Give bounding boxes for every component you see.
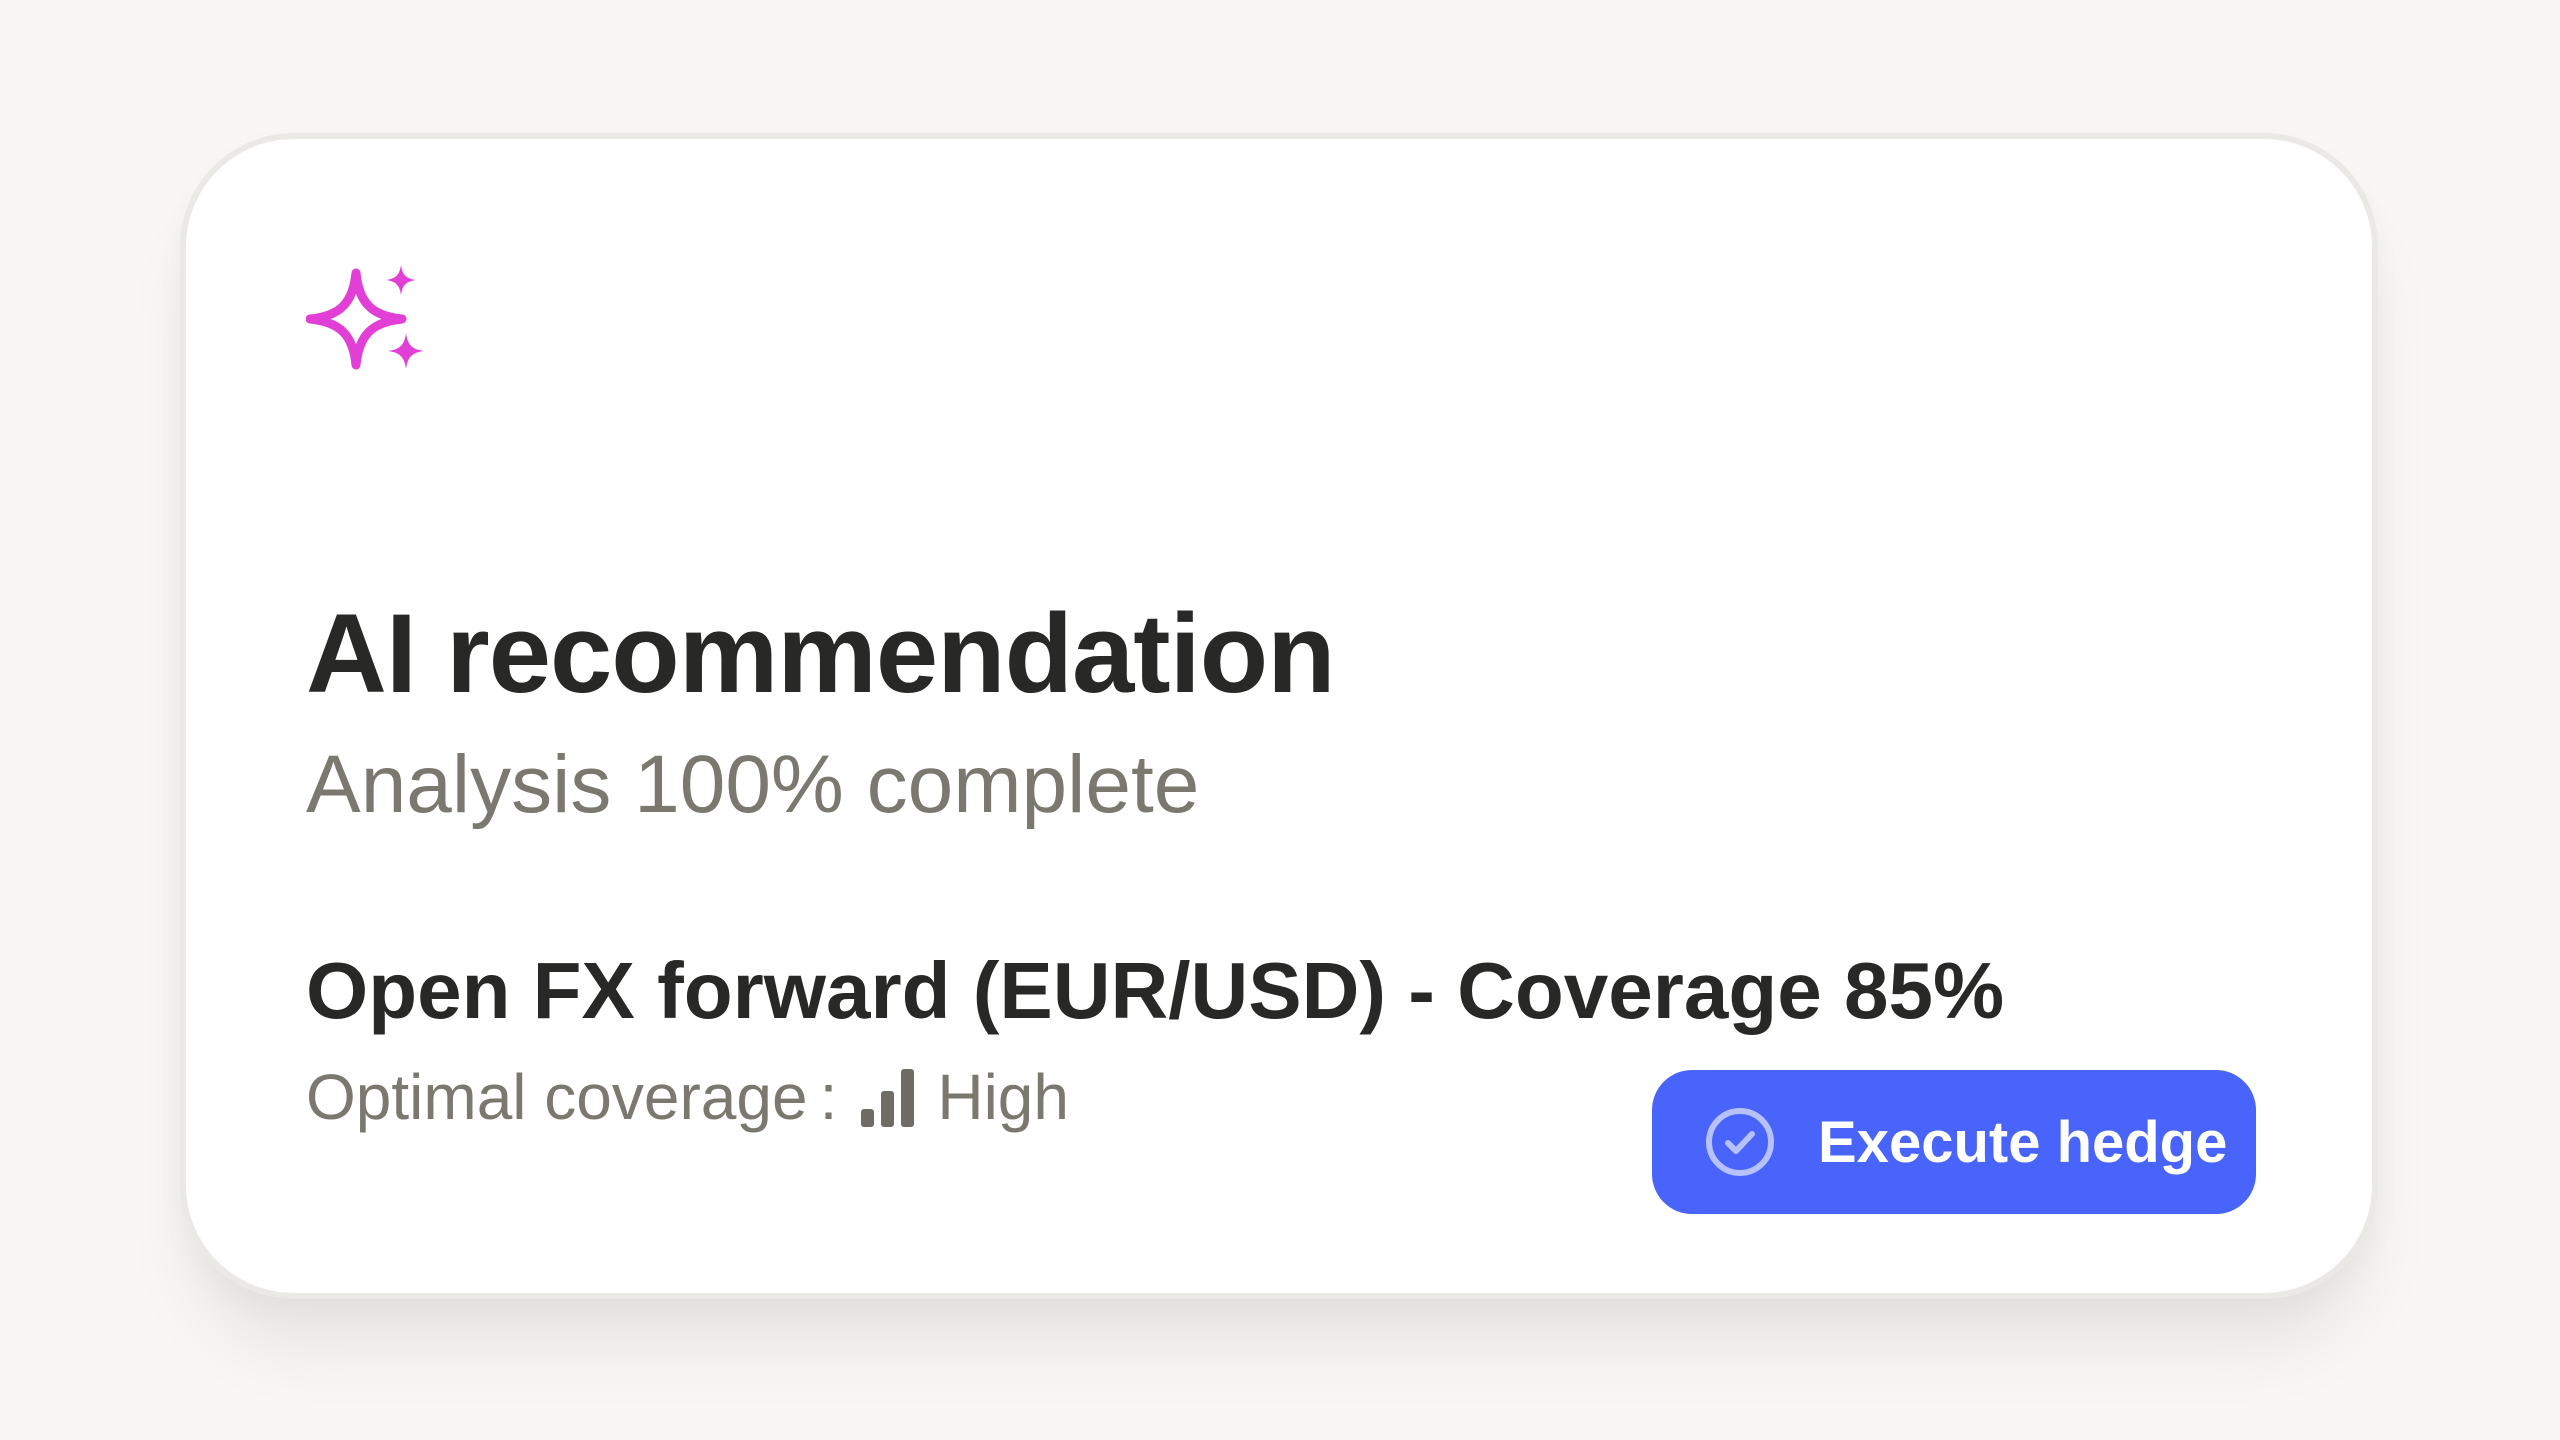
coverage-row: Optimal coverage : High (306, 1057, 1069, 1137)
card-title: AI recommendation (306, 591, 1336, 716)
analysis-status: Analysis 100% complete (306, 739, 1200, 830)
ai-recommendation-card: AI recommendation Analysis 100% complete… (180, 133, 2378, 1299)
execute-hedge-button[interactable]: Execute hedge (1652, 1070, 2256, 1214)
coverage-separator: : (819, 1061, 838, 1133)
sparkles-icon (306, 265, 424, 370)
check-circle-icon (1706, 1108, 1774, 1176)
coverage-level: High (937, 1061, 1069, 1133)
recommendation-title: Open FX forward (EUR/USD) - Coverage 85% (306, 946, 2005, 1035)
coverage-label: Optimal coverage (306, 1061, 808, 1133)
execute-hedge-label: Execute hedge (1818, 1109, 2228, 1175)
signal-bars-icon (861, 1069, 915, 1127)
